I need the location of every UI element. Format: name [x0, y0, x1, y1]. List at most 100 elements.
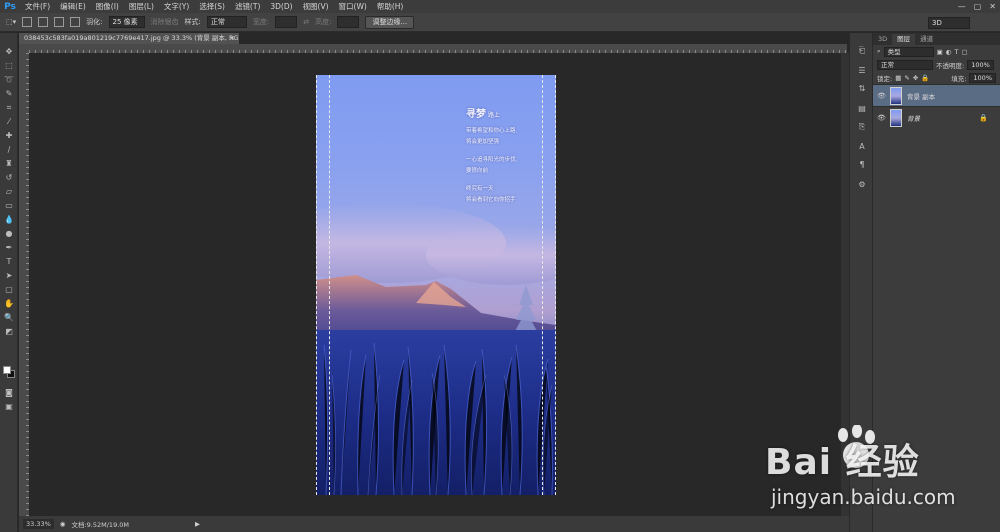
landscape-illustration [316, 203, 556, 495]
close-document-icon[interactable]: × [230, 33, 235, 44]
healing-brush-tool-icon[interactable]: ✚ [3, 131, 15, 141]
move-tool-icon[interactable]: ✥ [3, 47, 15, 57]
history-panel-icon[interactable]: ⎗ [856, 45, 868, 57]
blend-mode-select[interactable]: 正常 [877, 59, 933, 70]
lasso-tool-icon[interactable]: ➰ [3, 75, 15, 85]
quick-mask-icon[interactable]: ◙ [3, 388, 15, 398]
status-menu-icon[interactable]: ◉ [60, 520, 66, 528]
tab-layers[interactable]: 图层 [892, 34, 916, 45]
dodge-tool-icon[interactable]: ● [3, 229, 15, 239]
clone-stamp-tool-icon[interactable]: ♜ [3, 159, 15, 169]
properties-panel-icon[interactable]: ☰ [856, 65, 868, 77]
clone-source-icon[interactable]: ⎘ [856, 121, 868, 133]
width-label: 宽度: [252, 18, 270, 26]
visibility-eye-icon[interactable]: 👁 [877, 92, 886, 100]
lock-all-icon[interactable]: 🔒 [921, 74, 929, 82]
adjustments-panel-icon[interactable]: ⇅ [856, 83, 868, 95]
marquee-tool-icon[interactable]: ⬚ [3, 61, 15, 71]
width-input[interactable] [275, 16, 298, 28]
layer-filter-select[interactable]: 类型 [883, 46, 934, 57]
hand-tool-icon[interactable]: ✋ [3, 299, 15, 309]
tab-channels[interactable]: 通道 [915, 34, 938, 45]
eraser-tool-icon[interactable]: ▱ [3, 187, 15, 197]
menu-3d[interactable]: 3D(D) [265, 0, 297, 13]
horizontal-ruler[interactable] [29, 44, 847, 53]
filter-shape-icon[interactable]: ▢ [961, 48, 967, 56]
gradient-tool-icon[interactable]: ▭ [3, 201, 15, 211]
shape-tool-icon[interactable]: ▢ [3, 285, 15, 295]
blur-tool-icon[interactable]: 💧 [3, 215, 15, 225]
poem-text-block: 寻梦 路上 带着希望和你心上路, 将会更加坚强 一心追寻阳光的步伐, 要很向前 终… [466, 105, 517, 206]
visibility-eye-icon[interactable]: 👁 [877, 114, 886, 122]
crop-tool-icon[interactable]: ⌗ [3, 103, 15, 113]
menu-view[interactable]: 视图(V) [298, 0, 334, 13]
swap-icon[interactable]: ⇄ [303, 18, 309, 26]
menu-type[interactable]: 文字(Y) [159, 0, 194, 13]
panel-tabs: 3D 图层 通道 [873, 33, 1000, 45]
refine-edge-button[interactable]: 调整边缘... [365, 15, 415, 29]
brush-tool-icon[interactable]: ∕ [3, 145, 15, 155]
new-selection-icon[interactable] [22, 17, 33, 27]
document-canvas-image[interactable]: 寻梦 路上 带着希望和你心上路, 将会更加坚强 一心追寻阳光的步伐, 要很向前 终… [316, 75, 556, 495]
height-input[interactable] [337, 16, 360, 28]
antialias-checkbox[interactable]: 消除锯齿 [151, 17, 179, 27]
feather-input[interactable]: 25 像素 [108, 16, 145, 28]
close-button[interactable]: ✕ [989, 0, 996, 13]
status-expand-icon[interactable]: ▶ [195, 520, 200, 528]
zoom-level[interactable]: 33.33% [23, 519, 54, 529]
vertical-ruler[interactable] [19, 53, 29, 516]
menu-window[interactable]: 窗口(W) [334, 0, 372, 13]
poem-line: 带着希望和你心上路, [466, 128, 518, 134]
layer-name[interactable]: 背景 副本 [907, 91, 935, 101]
quick-select-tool-icon[interactable]: ✎ [3, 89, 15, 99]
minimize-button[interactable]: — [958, 0, 966, 13]
menu-filter[interactable]: 滤镜(T) [230, 0, 265, 13]
lock-position-icon[interactable]: ✥ [913, 74, 918, 82]
filter-adjust-icon[interactable]: ◐ [946, 48, 952, 56]
intersect-selection-icon[interactable] [70, 17, 81, 27]
style-select[interactable]: 正常 [206, 16, 247, 28]
menu-image[interactable]: 图像(I) [91, 0, 124, 13]
layer-row[interactable]: 👁 背景 🔒 [873, 106, 1000, 128]
poem-title-suffix: 路上 [488, 112, 501, 119]
brush-panel-icon[interactable]: ▤ [856, 103, 868, 115]
lock-pixels-icon[interactable]: ✎ [904, 74, 909, 82]
layer-row[interactable]: 👁 背景 副本 [873, 84, 1000, 106]
poem-line: 要很向前 [466, 168, 489, 174]
menu-layer[interactable]: 图层(L) [124, 0, 159, 13]
opacity-input[interactable]: 100% [967, 59, 994, 70]
layer-thumbnail [890, 86, 902, 105]
marquee-tool-icon[interactable]: ⬚▾ [6, 18, 16, 26]
filter-text-icon[interactable]: T [954, 48, 958, 56]
path-select-tool-icon[interactable]: ➤ [3, 271, 15, 281]
history-brush-tool-icon[interactable]: ↺ [3, 173, 15, 183]
add-selection-icon[interactable] [38, 17, 49, 27]
eyedropper-tool-icon[interactable]: ⁄ [3, 117, 15, 127]
restore-button[interactable]: ▢ [974, 0, 982, 13]
menu-file[interactable]: 文件(F) [20, 0, 55, 13]
zoom-tool-icon[interactable]: 🔍 [3, 313, 15, 323]
menu-help[interactable]: 帮助(H) [372, 0, 409, 13]
pen-tool-icon[interactable]: ✒ [3, 243, 15, 253]
workspace-select[interactable]: 3D [928, 17, 970, 29]
menu-edit[interactable]: 编辑(E) [55, 0, 91, 13]
tools-panel: ✥ ⬚ ➰ ✎ ⌗ ⁄ ✚ ∕ ♜ ↺ ▱ ▭ 💧 ● ✒ T ➤ ▢ ✋ 🔍 … [0, 33, 18, 532]
fill-input[interactable]: 100% [969, 72, 996, 83]
screen-mode-icon[interactable]: ▣ [3, 402, 15, 412]
filter-pixel-icon[interactable]: ▣ [937, 48, 943, 56]
document-tab[interactable]: 038453c583fa019a801219c7769e417.jpg @ 33… [19, 33, 239, 44]
layer-name[interactable]: 背景 [907, 113, 920, 123]
tab-3d[interactable]: 3D [873, 34, 892, 45]
window-controls: — ▢ ✕ [958, 0, 996, 13]
lock-transparent-icon[interactable]: ▦ [895, 74, 901, 82]
type-tool-icon[interactable]: T [3, 257, 15, 267]
default-colors-icon[interactable]: ◩ [3, 327, 15, 337]
tool-presets-icon[interactable]: ⚙ [856, 179, 868, 191]
foreground-color-swatch[interactable] [3, 366, 11, 374]
menu-select[interactable]: 选择(S) [194, 0, 230, 13]
paragraph-panel-icon[interactable]: ¶ [856, 159, 868, 171]
character-panel-icon[interactable]: A [856, 141, 868, 153]
subtract-selection-icon[interactable] [54, 17, 65, 27]
marquee-selection-right[interactable] [542, 75, 556, 495]
marquee-selection-left[interactable] [316, 75, 330, 495]
